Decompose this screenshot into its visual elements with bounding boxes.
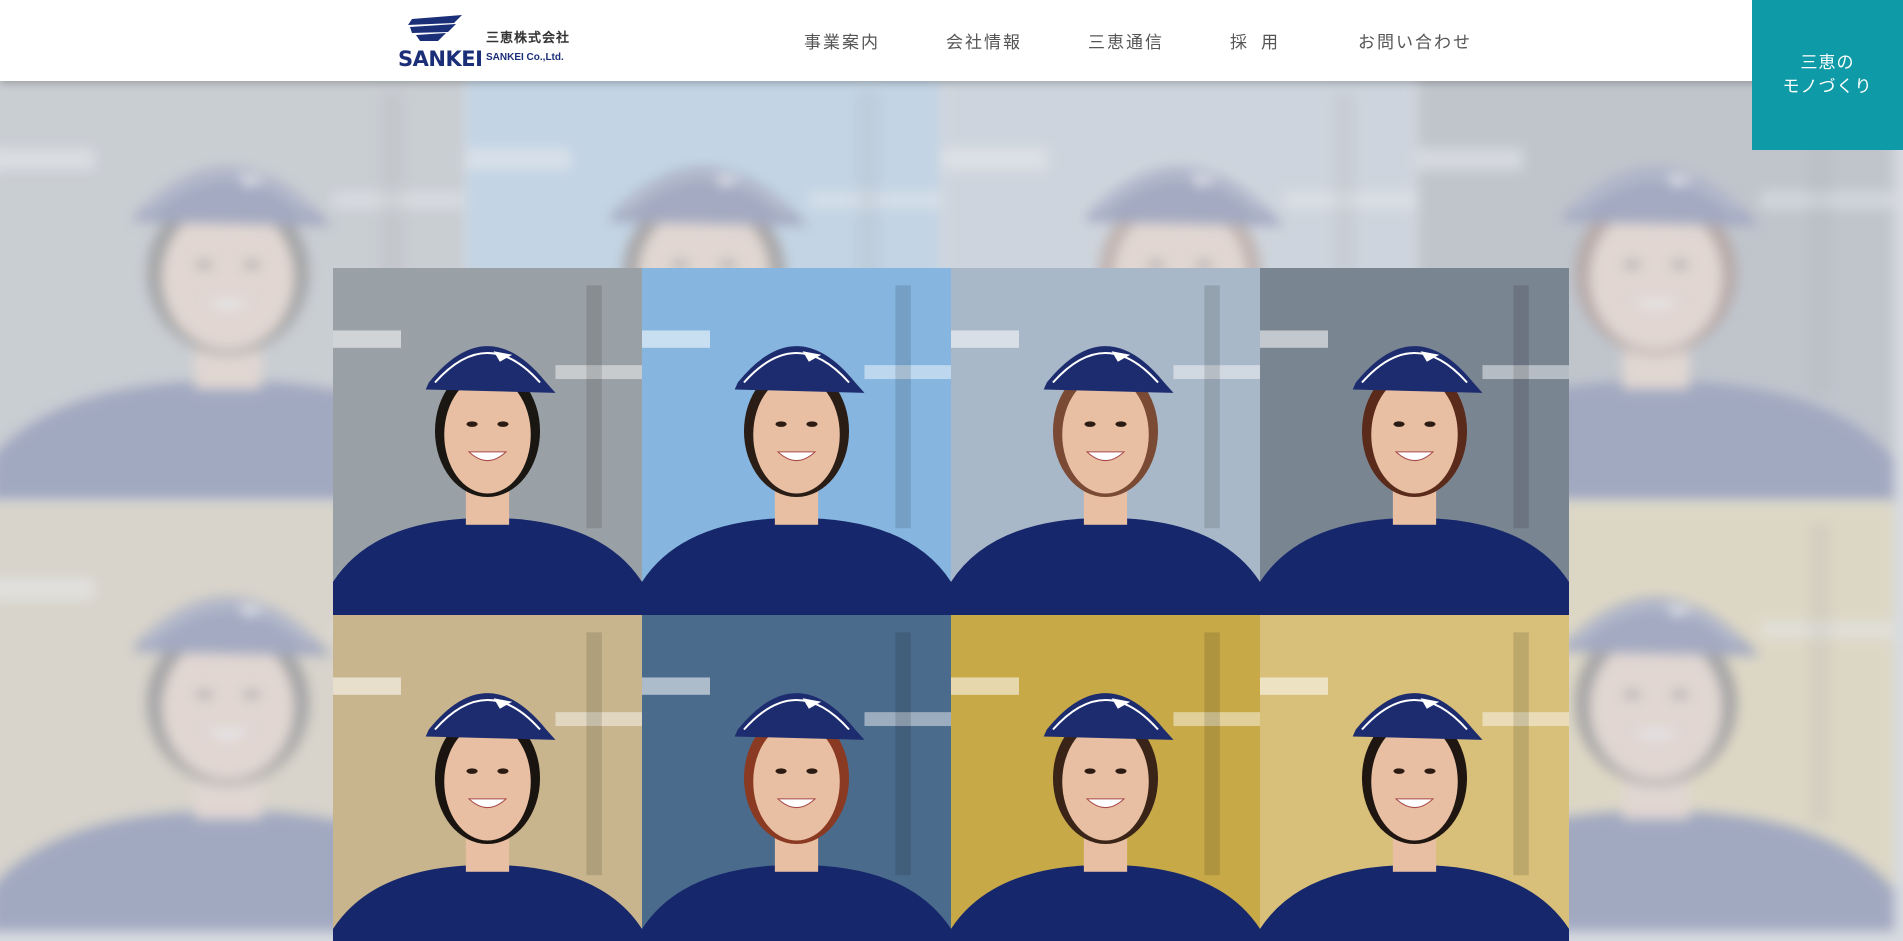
nav-item-news[interactable]: 三恵通信 bbox=[1088, 28, 1164, 53]
company-logo[interactable]: SANKEI 三恵株式会社 SANKEI Co.,Ltd. bbox=[398, 13, 578, 71]
nav-item-contact[interactable]: お問い合わせ bbox=[1358, 28, 1472, 53]
portrait-tile-man-cap bbox=[333, 268, 642, 615]
nav-item-business[interactable]: 事業案内 bbox=[804, 28, 880, 53]
portrait-tile-woman-bob bbox=[951, 268, 1260, 615]
monozukuri-button[interactable]: 三恵の モノづくり bbox=[1752, 0, 1903, 150]
portrait-tile-woman-earrings bbox=[1260, 615, 1569, 941]
company-name-en: SANKEI Co.,Ltd. bbox=[486, 52, 564, 63]
portrait-tile-woman-glasses bbox=[642, 268, 951, 615]
company-name-jp: 三恵株式会社 bbox=[486, 31, 571, 46]
portrait-tile-man-jacket bbox=[951, 615, 1260, 941]
portrait-grid bbox=[333, 268, 1570, 941]
logo-wordmark: SANKEI bbox=[398, 47, 483, 71]
portrait-tile-woman-short bbox=[1260, 268, 1569, 615]
main-nav: 事業案内 会社情報 三恵通信 採用 お問い合わせ bbox=[804, 28, 1472, 53]
sankei-logo-mark: SANKEI bbox=[398, 13, 483, 71]
monozukuri-button-label: 三恵の モノづくり bbox=[1782, 53, 1873, 97]
nav-item-company[interactable]: 会社情報 bbox=[946, 28, 1022, 53]
portrait-tile-woman-long bbox=[333, 615, 642, 941]
nav-item-recruit[interactable]: 採用 bbox=[1230, 28, 1292, 53]
portrait-tile-woman-redhair bbox=[642, 615, 951, 941]
site-header: SANKEI 三恵株式会社 SANKEI Co.,Ltd. 事業案内 会社情報 … bbox=[0, 0, 1903, 81]
